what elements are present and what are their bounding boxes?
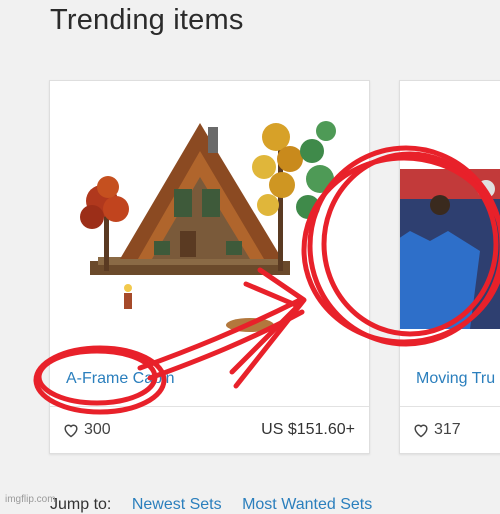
cabin-set-illustration [80,121,336,332]
section-title: Trending items [50,4,244,36]
heart-icon[interactable] [412,422,430,438]
product-card-moving-truck[interactable]: Moving Tru 317 [399,80,500,454]
person-photo [400,169,500,329]
newest-sets-link[interactable]: Newest Sets [132,496,222,513]
imgflip-watermark: imgflip.com [5,494,56,505]
product-image[interactable] [50,81,369,363]
like-count-value: 317 [434,421,461,438]
product-image[interactable] [400,81,500,363]
product-price: US $151.60+ [261,421,355,438]
jump-to-nav: Jump to: Newest Sets Most Wanted Sets [50,496,388,514]
jump-to-label: Jump to: [50,496,112,513]
product-title[interactable]: A-Frame Cabin [66,370,174,388]
like-count[interactable]: 300 [62,421,111,439]
most-wanted-sets-link[interactable]: Most Wanted Sets [242,496,372,513]
card-divider [400,406,500,407]
card-divider [50,406,369,407]
like-count-value: 300 [84,421,111,438]
like-count[interactable]: 317 [412,421,461,439]
product-title[interactable]: Moving Tru [416,370,495,388]
heart-icon[interactable] [62,422,80,438]
product-card-a-frame-cabin[interactable]: A-Frame Cabin 300 US $151.60+ [49,80,370,454]
